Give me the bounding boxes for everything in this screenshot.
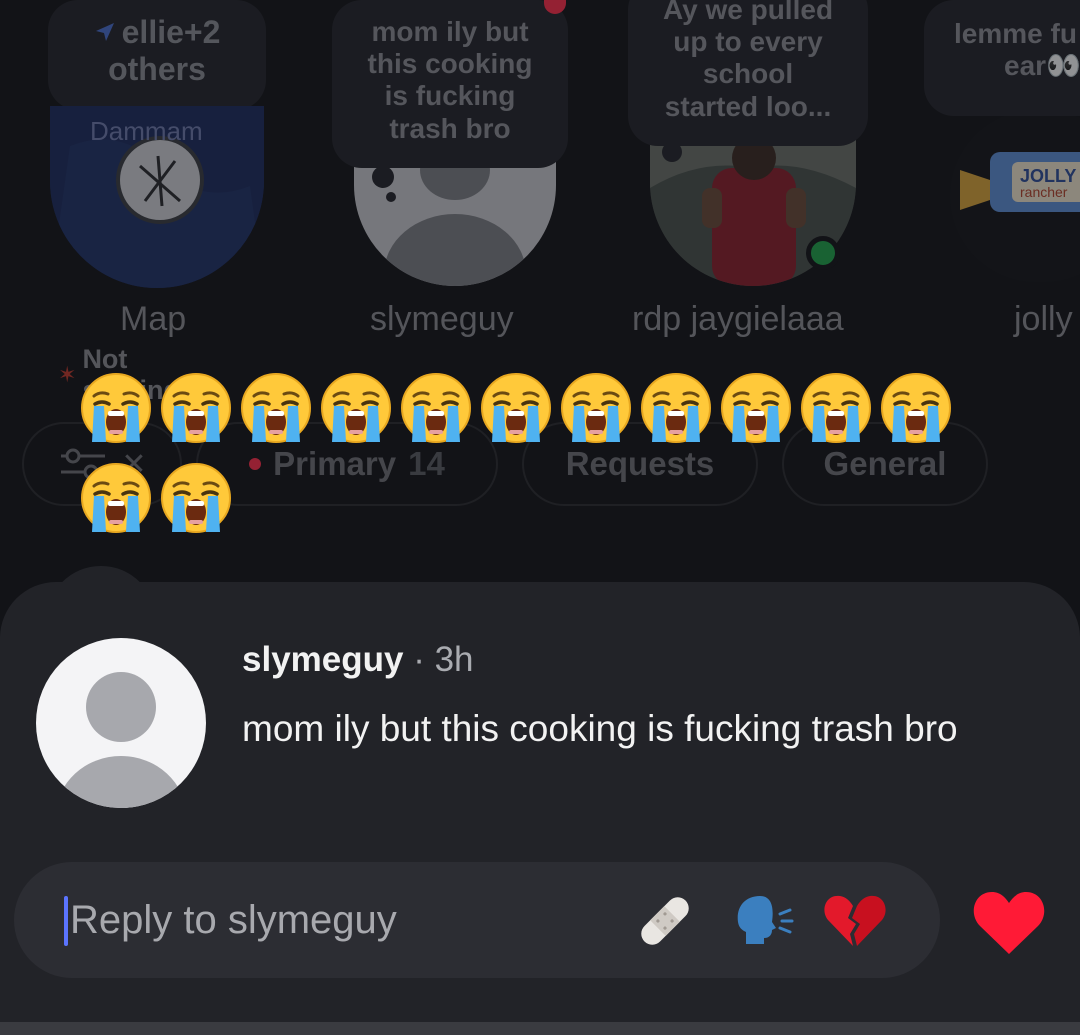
- like-heart-button[interactable]: [972, 888, 1046, 958]
- note-line: lemme fu: [954, 18, 1077, 49]
- loudly-crying-face-emoji: [720, 372, 792, 444]
- note-timestamp: 3h: [434, 640, 474, 679]
- sender-username[interactable]: slymeguy: [242, 640, 403, 679]
- home-indicator-bar: [0, 1022, 1080, 1035]
- note-bubble-slymeguy[interactable]: mom ily but this cooking is fucking tras…: [332, 0, 568, 168]
- loudly-crying-face-emoji: [80, 372, 152, 444]
- broken-heart-emoji-button[interactable]: [822, 888, 888, 954]
- reply-bar: [14, 862, 940, 978]
- not-sharing-icon: ✶: [58, 362, 77, 387]
- reply-screen: ellie+2 others Dammam Map ✶ Not sharing: [0, 0, 1080, 1035]
- note-line: this cooking: [367, 48, 533, 80]
- note-bubble-rdp-jaygielaaa[interactable]: Ay we pulled up to every school started …: [628, 0, 868, 146]
- loudly-crying-face-emoji: [640, 372, 712, 444]
- map-avatar[interactable]: Dammam: [50, 106, 264, 288]
- emoji-row: [80, 372, 960, 444]
- loudly-crying-face-emoji: [800, 372, 872, 444]
- tab-general-label: General: [823, 445, 947, 482]
- online-status-dot: [806, 236, 840, 270]
- emoji-row: [80, 462, 240, 534]
- note-line: trash bro: [389, 112, 511, 144]
- notes-row: ellie+2 others Dammam Map ✶ Not sharing: [0, 0, 1080, 405]
- location-arrow-icon: [95, 23, 114, 42]
- text-caret: [64, 896, 68, 946]
- note-tail: [662, 142, 682, 162]
- sender-meta: slymeguy · 3h: [242, 640, 474, 680]
- note-bubble-jolly[interactable]: lemme fu ear👀: [924, 0, 1080, 116]
- meta-separator: ·: [413, 640, 425, 679]
- note-tail-dot: [386, 192, 396, 202]
- loudly-crying-face-emoji: [160, 372, 232, 444]
- note-line: up to every: [673, 26, 823, 58]
- loudly-crying-face-emoji: [80, 462, 152, 534]
- tab-primary-count: 14: [408, 445, 445, 482]
- map-city-label: Dammam: [90, 116, 203, 146]
- note-name-rdp-jaygielaaa: rdp jaygielaaa: [632, 300, 844, 338]
- tab-primary-label: Primary: [273, 445, 397, 482]
- note-line: started loo...: [664, 90, 832, 122]
- note-name-map: Map: [120, 300, 187, 338]
- loudly-crying-face-emoji: [240, 372, 312, 444]
- note-line: school: [702, 58, 794, 90]
- speaking-head-emoji-button[interactable]: [730, 888, 796, 954]
- loudly-crying-face-emoji: [320, 372, 392, 444]
- loudly-crying-face-emoji: [160, 462, 232, 534]
- note-bubble-map[interactable]: ellie+2 others: [48, 0, 266, 110]
- note-line: is fucking: [384, 80, 516, 112]
- reply-input[interactable]: [70, 890, 610, 950]
- loudly-crying-face-emoji: [400, 372, 472, 444]
- jolly-brand-sub: rancher: [1020, 184, 1068, 200]
- note-tail: [372, 166, 394, 188]
- note-name-slymeguy: slymeguy: [370, 300, 514, 338]
- bandage-emoji-button[interactable]: [632, 888, 698, 954]
- note-name-jolly: jolly: [1014, 300, 1073, 338]
- note-line: ear👀: [1004, 50, 1080, 82]
- note-reply-sheet: slymeguy · 3h mom ily but this cooking i…: [0, 582, 1080, 1035]
- note-map-line2: others: [108, 50, 206, 87]
- note-line: mom ily but: [371, 16, 529, 47]
- loudly-crying-face-emoji: [560, 372, 632, 444]
- jolly-avatar[interactable]: JOLLY rancher: [950, 110, 1080, 282]
- note-map-line1: ellie+2: [121, 14, 221, 50]
- sender-avatar[interactable]: [36, 638, 206, 808]
- note-line: Ay we pulled: [662, 0, 834, 25]
- loudly-crying-face-emoji: [480, 372, 552, 444]
- note-message: mom ily but this cooking is fucking tras…: [242, 708, 958, 749]
- loudly-crying-face-emoji: [880, 372, 952, 444]
- tab-requests-label: Requests: [565, 445, 715, 482]
- unread-dot-icon: [249, 458, 262, 470]
